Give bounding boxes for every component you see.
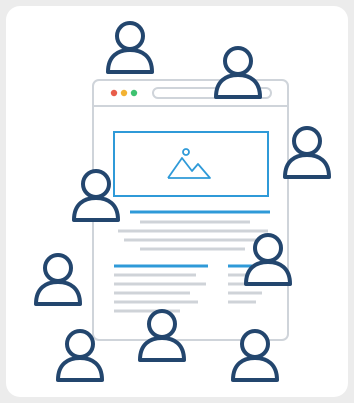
website-visitors-illustration [34, 21, 331, 382]
user-outline-icon [283, 126, 331, 179]
window-minimize-dot [120, 89, 128, 97]
window-close-dot [110, 89, 118, 97]
user-outline-icon [34, 253, 82, 306]
window-maximize-dot [130, 89, 138, 97]
hero-image-placeholder [113, 131, 269, 197]
user-outline-icon [214, 46, 262, 99]
user-outline-icon [106, 21, 154, 74]
